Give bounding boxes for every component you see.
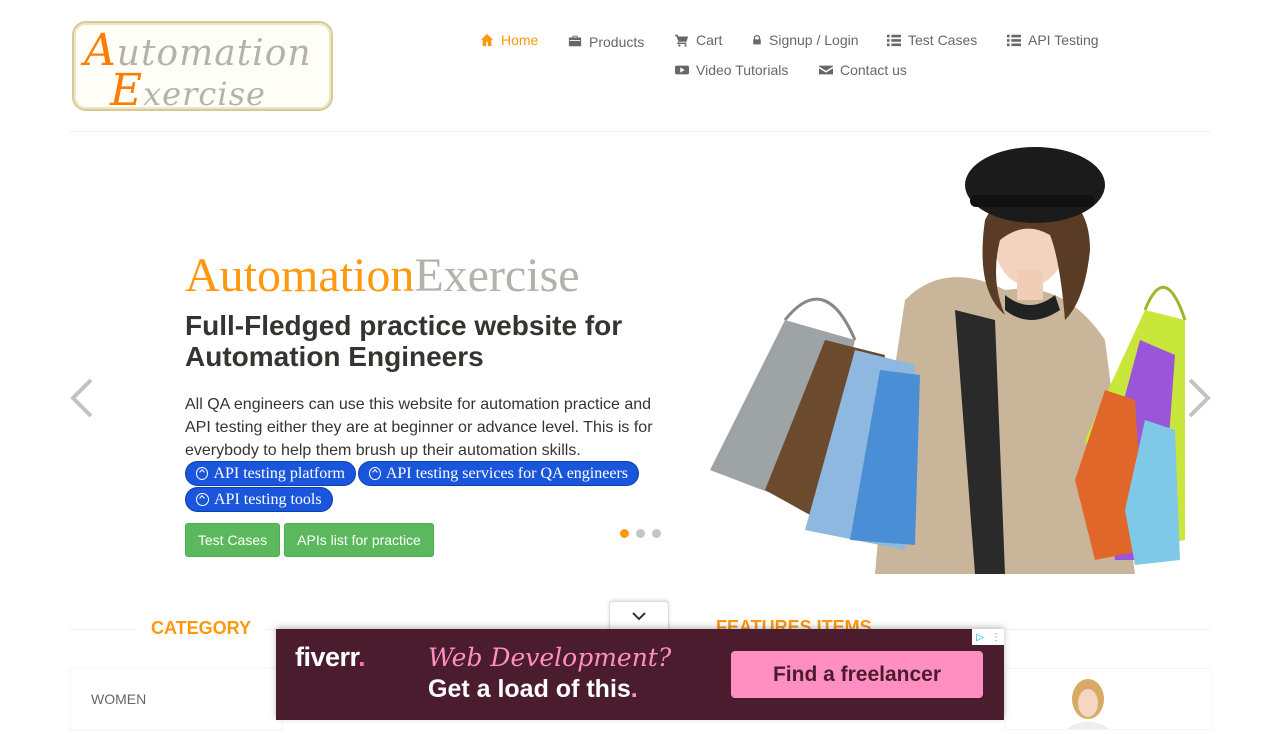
nav-test-cases-label: Test Cases [908, 32, 978, 48]
nav-api-testing[interactable]: API Testing [1007, 32, 1099, 48]
slider-indicator-2[interactable] [636, 529, 645, 538]
nav-test-cases[interactable]: Test Cases [887, 32, 977, 48]
find-freelancer-button[interactable]: Find a freelancer [731, 651, 983, 698]
adchoices-icon[interactable]: ▷ [972, 629, 988, 645]
apis-list-button[interactable]: APIs list for practice [284, 523, 434, 557]
nav-signup-label: Signup / Login [769, 32, 859, 48]
chevron-left-icon [70, 378, 93, 418]
fiverr-logo-text: fiverr [295, 642, 359, 672]
product-image [1066, 679, 1110, 729]
arrow-circle-icon [196, 493, 209, 506]
slider-indicator-1[interactable] [620, 529, 629, 538]
nav-products-label: Products [589, 34, 645, 50]
nav-contact-label: Contact us [840, 62, 907, 78]
nav-cart-label: Cart [696, 32, 723, 48]
chevron-down-icon [632, 612, 646, 621]
youtube-icon [675, 65, 689, 75]
slider-title-gray: Exercise [414, 249, 580, 302]
site-logo[interactable]: Automation Exercise [72, 21, 333, 116]
ad-link-api-testing-tools[interactable]: API testing tools [185, 487, 333, 512]
arrow-circle-icon [369, 467, 381, 480]
product-card [1005, 668, 1212, 730]
hero-shopping-girl-image [705, 140, 1190, 574]
nav-signup-login[interactable]: Signup / Login [752, 32, 859, 48]
header-divider [70, 131, 1210, 132]
nav-home-label: Home [501, 32, 539, 48]
ad-link-api-testing-platform[interactable]: API testing platform [185, 461, 356, 486]
ad-collapse-toggle[interactable] [609, 601, 669, 630]
ad-choices[interactable]: ▷ ⋮ [972, 629, 1004, 645]
nav-api-testing-label: API Testing [1028, 32, 1099, 48]
nav-products[interactable]: Products [568, 31, 644, 50]
envelope-icon [819, 65, 833, 75]
cart-icon [675, 34, 689, 47]
nav-cart[interactable]: Cart [675, 32, 722, 48]
fiverr-logo-dot: . [358, 642, 366, 672]
ad-headline: Web Development? [428, 643, 672, 672]
ad-link-label: API testing tools [214, 490, 322, 508]
home-icon [480, 33, 494, 47]
nav-home[interactable]: Home [480, 32, 538, 48]
nav-video-tutorials[interactable]: Video Tutorials [675, 62, 788, 78]
slider-prev-arrow[interactable] [67, 376, 97, 420]
slider-description: All QA engineers can use this website fo… [185, 396, 653, 459]
logo-cap-e: E [110, 65, 144, 116]
logo-text-2: xercise [143, 75, 266, 113]
fiverr-ad-banner[interactable]: fiverr. Web Development? Get a load of t… [276, 629, 1004, 720]
nav-contact-us[interactable]: Contact us [819, 62, 907, 78]
slider-indicator-3[interactable] [652, 529, 661, 538]
arrow-circle-icon [196, 467, 209, 480]
ad-link-api-testing-services[interactable]: API testing services for QA engineers [358, 461, 639, 486]
slider-title: AutomationExercise [185, 248, 580, 303]
ad-tagline-text: Get a load of this [428, 675, 631, 703]
ad-tagline-dot: . [630, 675, 638, 703]
ad-menu-icon[interactable]: ⋮ [988, 629, 1004, 645]
ad-tagline: Get a load of this. [428, 675, 638, 704]
ad-link-label: API testing platform [213, 464, 345, 482]
slider-title-orange: Automation [185, 249, 415, 302]
lock-icon [753, 35, 761, 45]
test-cases-button[interactable]: Test Cases [185, 523, 280, 557]
fiverr-logo: fiverr. [295, 642, 366, 673]
category-heading: CATEGORY [136, 618, 267, 639]
slider-subtitle: Full-Fledged practice website for Automa… [185, 310, 623, 372]
list-icon [1007, 34, 1021, 47]
category-women[interactable]: WOMEN [91, 691, 146, 707]
nav-video-label: Video Tutorials [696, 62, 789, 78]
list-icon [887, 34, 901, 47]
ad-link-label: API testing services for QA engineers [385, 464, 628, 482]
briefcase-icon [568, 35, 582, 46]
